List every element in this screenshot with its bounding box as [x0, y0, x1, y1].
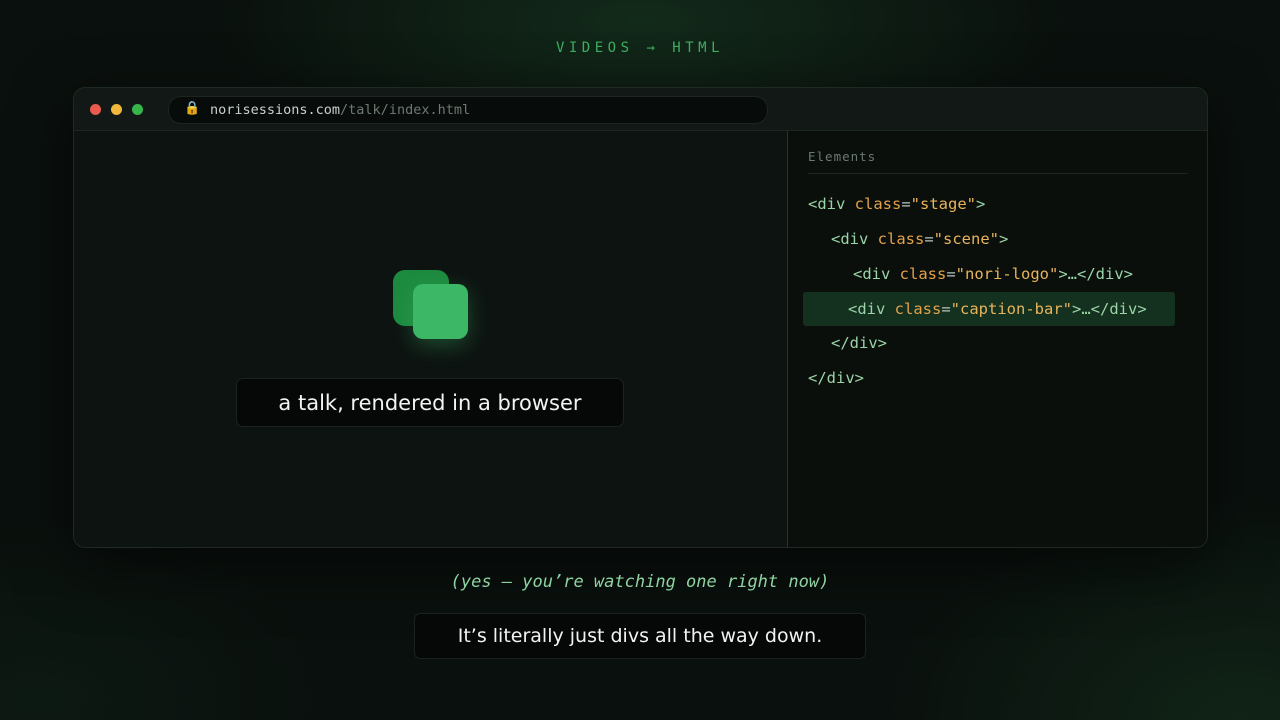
attr-eq: =: [946, 265, 956, 283]
subtitle-caption: It’s literally just divs all the way dow…: [414, 613, 866, 659]
url-text[interactable]: norisessions.com/talk/index.html: [210, 102, 470, 118]
tag-close: >: [976, 195, 986, 213]
tag-open: <div: [808, 195, 846, 213]
dom-node-scene-close[interactable]: </div>: [831, 333, 887, 353]
url-host: norisessions.com: [210, 102, 341, 118]
caption-bar: a talk, rendered in a browser: [236, 378, 624, 427]
attr-name: class: [885, 300, 942, 318]
minimize-window-button[interactable]: [111, 104, 122, 115]
tag-close: >: [999, 230, 1009, 248]
tag-close: >…</div>: [1058, 265, 1133, 283]
dom-node-stage[interactable]: <div class="stage">: [808, 194, 985, 214]
page-viewport: a talk, rendered in a browser: [74, 131, 787, 547]
tag-close: </div>: [808, 369, 864, 387]
dom-node-stage-close[interactable]: </div>: [808, 368, 864, 388]
dom-node-nori-logo[interactable]: <div class="nori-logo">…</div>: [853, 264, 1133, 284]
attr-value: "stage": [910, 195, 976, 213]
tag-open: <div: [831, 230, 869, 248]
attr-eq: =: [924, 230, 934, 248]
attr-value: "scene": [933, 230, 999, 248]
devtools-elements-panel: Elements <div class="stage"> <div class=…: [787, 131, 1207, 547]
section-label: VIDEOS → HTML: [555, 40, 725, 56]
tag-close: </div>: [831, 334, 887, 352]
devtools-tab-elements[interactable]: Elements: [808, 149, 876, 164]
attr-name: class: [868, 230, 925, 248]
dom-node-scene[interactable]: <div class="scene">: [831, 229, 1008, 249]
browser-titlebar: 🔒 norisessions.com/talk/index.html: [74, 88, 1207, 131]
logo-front-square: [413, 284, 468, 339]
maximize-window-button[interactable]: [132, 104, 143, 115]
attr-eq: =: [901, 195, 911, 213]
tag-open: <div: [853, 265, 891, 283]
browser-window: 🔒 norisessions.com/talk/index.html a tal…: [73, 87, 1208, 548]
attr-name: class: [890, 265, 947, 283]
attr-eq: =: [941, 300, 951, 318]
tag-close: >…</div>: [1072, 300, 1147, 318]
lock-icon: 🔒: [184, 101, 201, 116]
devtools-divider: [808, 173, 1188, 174]
attr-value: "nori-logo": [955, 265, 1059, 283]
nori-logo-icon: [393, 270, 469, 342]
address-bar[interactable]: 🔒 norisessions.com/talk/index.html: [168, 96, 768, 124]
dom-node-caption-bar-selected[interactable]: <div class="caption-bar">…</div>: [803, 292, 1175, 326]
attr-name: class: [845, 195, 902, 213]
close-window-button[interactable]: [90, 104, 101, 115]
url-path: /talk/index.html: [340, 102, 471, 118]
attr-value: "caption-bar": [950, 300, 1072, 318]
tag-open: <div: [848, 300, 886, 318]
aside-caption: (yes — you’re watching one right now): [450, 572, 830, 592]
